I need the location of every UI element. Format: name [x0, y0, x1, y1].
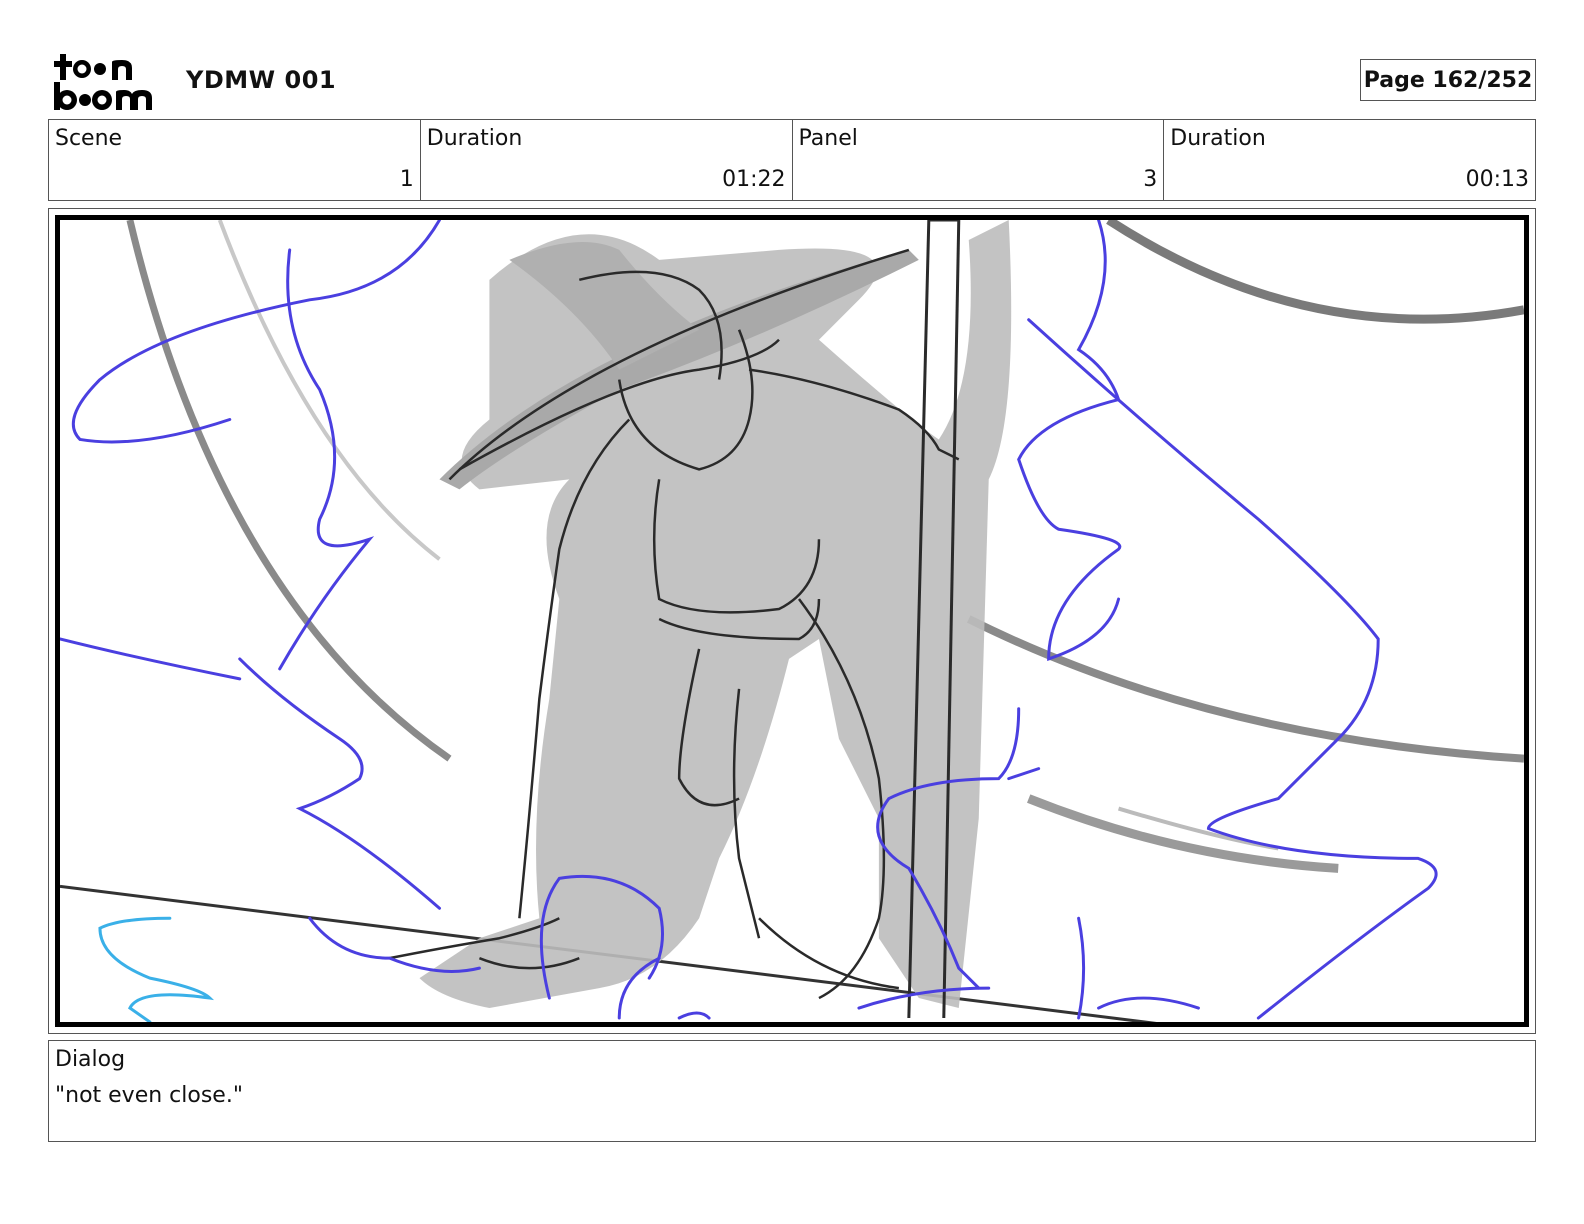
dialog-text: "not even close."	[55, 1083, 243, 1108]
panel-label: Panel	[798, 126, 858, 151]
panel-image-frame	[55, 215, 1529, 1027]
scene-duration-value: 01:22	[722, 167, 786, 192]
page-number: Page 162/252	[1360, 59, 1536, 101]
panel-image-box	[48, 208, 1536, 1034]
scene-value: 1	[399, 167, 414, 192]
scene-duration-cell: Duration 01:22	[421, 120, 793, 200]
scene-info-row: Scene 1 Duration 01:22 Panel 3 Duration …	[48, 119, 1536, 201]
dialog-box: Dialog "not even close."	[48, 1040, 1536, 1142]
project-title: YDMW 001	[186, 66, 337, 94]
panel-cell: Panel 3	[793, 120, 1165, 200]
scene-duration-label: Duration	[426, 126, 523, 151]
toon-boom-logo-icon	[52, 52, 164, 112]
panel-value: 3	[1143, 167, 1158, 192]
scene-cell: Scene 1	[49, 120, 421, 200]
panel-duration-cell: Duration 00:13	[1164, 120, 1535, 200]
panel-duration-value: 00:13	[1465, 167, 1529, 192]
dialog-label: Dialog	[55, 1047, 126, 1072]
storyboard-sketch-image	[60, 220, 1524, 1022]
panel-duration-label: Duration	[1170, 126, 1266, 151]
scene-label: Scene	[55, 126, 123, 151]
